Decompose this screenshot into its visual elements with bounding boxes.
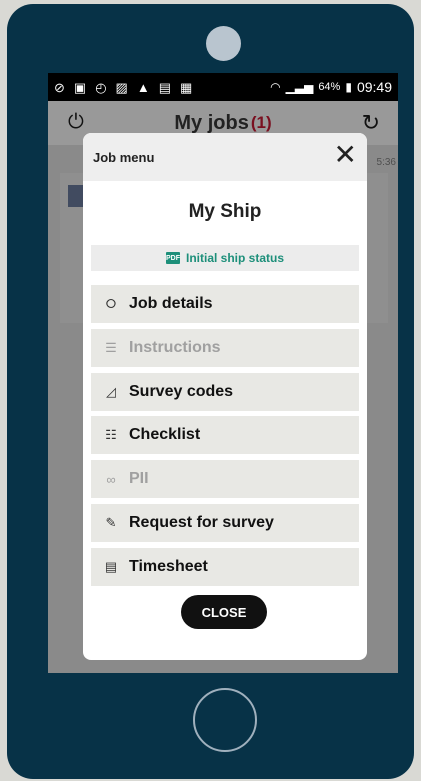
checklist-icon: ☷ — [105, 427, 117, 443]
status-label: Initial ship status — [185, 251, 284, 265]
menu-item-label: Timesheet — [129, 557, 208, 575]
menu-item-checklist[interactable]: ☷ Checklist — [91, 416, 359, 455]
warning-icon: ▲ — [136, 79, 150, 95]
job-menu-dialog: Job menu ✕ My Ship PDF Initial ship stat… — [83, 133, 367, 660]
document-icon: ☰ — [105, 339, 117, 355]
briefcase-icon: ▦ — [180, 79, 193, 95]
close-icon[interactable]: ✕ — [334, 141, 357, 169]
timesheet-icon: ▤ — [104, 558, 118, 574]
job-menu-list: ⭘ Job details ☰ Instructions ◿ Survey co… — [91, 285, 359, 586]
tag-icon: ⭘ — [105, 296, 117, 311]
signal-icon: ▁▃▅ — [285, 80, 314, 94]
menu-item-label: Survey codes — [129, 382, 234, 400]
dialog-title: Job menu — [93, 149, 155, 165]
binoculars-icon: ∞ — [106, 471, 116, 487]
ship-name: My Ship — [188, 201, 262, 222]
edit-note-icon: ✎ — [105, 514, 117, 530]
power-icon[interactable]: ⏻ — [68, 111, 84, 134]
initial-ship-status-link[interactable]: PDF Initial ship status — [91, 245, 359, 271]
status-right: ◠ ▁▃▅ 64% ▮ 09:49 — [270, 79, 392, 95]
page-title: My jobs — [174, 111, 249, 134]
silent-icon: ⊘ — [54, 79, 65, 95]
menu-item-pii[interactable]: ∞ PII — [91, 460, 359, 499]
phone-frame: ⊘ ▣ ◴ ▨ ▲ ▤ ▦ ◠ ▁▃▅ 64% ▮ 09:49 ⏻ My job… — [7, 4, 414, 779]
alarm-icon: ◴ — [95, 79, 107, 95]
status-bar: ⊘ ▣ ◴ ▨ ▲ ▤ ▦ ◠ ▁▃▅ 64% ▮ 09:49 — [48, 73, 398, 101]
app-screen: ⊘ ▣ ◴ ▨ ▲ ▤ ▦ ◠ ▁▃▅ 64% ▮ 09:49 ⏻ My job… — [48, 73, 398, 673]
menu-item-label: Request for survey — [129, 513, 274, 531]
home-button[interactable] — [193, 688, 257, 752]
menu-item-label: Checklist — [129, 426, 201, 444]
briefcase-check-icon: ▤ — [158, 79, 172, 95]
close-button[interactable]: CLOSE — [181, 595, 267, 629]
dialog-header: Job menu ✕ — [83, 133, 367, 181]
menu-item-label: PII — [129, 470, 149, 488]
pdf-icon: PDF — [165, 252, 180, 264]
clock: 09:49 — [356, 79, 392, 95]
menu-item-instructions[interactable]: ☰ Instructions — [91, 328, 359, 367]
menu-item-job-details[interactable]: ⭘ Job details — [91, 285, 359, 323]
menu-item-label: Job details — [129, 295, 213, 312]
menu-item-survey-codes[interactable]: ◿ Survey codes — [91, 372, 359, 411]
menu-item-timesheet[interactable]: ▤ Timesheet — [91, 547, 359, 586]
battery-icon: ▮ — [345, 80, 352, 94]
job-count-badge: (1) — [250, 113, 272, 132]
phone-camera — [206, 26, 241, 61]
menu-item-label: Instructions — [129, 338, 221, 356]
picture-icon: ▣ — [73, 79, 87, 95]
cast-icon: ▨ — [115, 79, 128, 95]
wifi-icon: ◠ — [270, 80, 281, 94]
status-icons: ⊘ ▣ ◴ ▨ ▲ ▤ ▦ — [54, 81, 192, 94]
battery-percent: 64% — [318, 81, 341, 93]
triangle-ruler-icon: ◿ — [106, 383, 116, 399]
menu-item-request-for-survey[interactable]: ✎ Request for survey — [91, 503, 359, 542]
